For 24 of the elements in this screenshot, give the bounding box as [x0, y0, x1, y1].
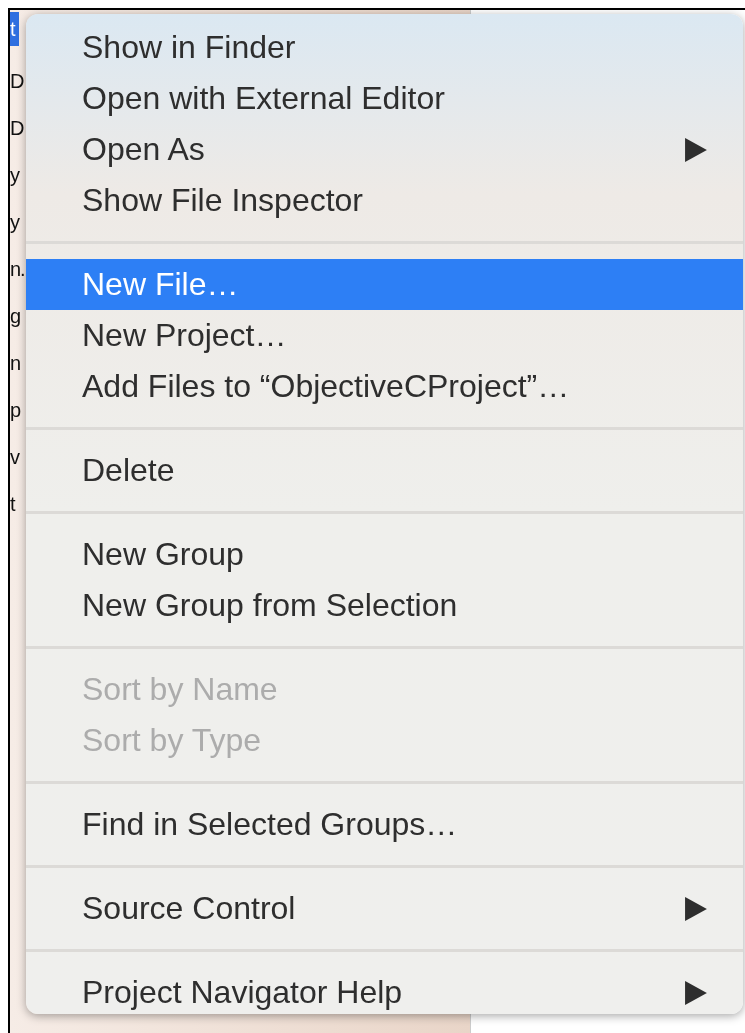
menu-item[interactable]: Show File Inspector	[26, 175, 743, 226]
menu-item[interactable]: Open with External Editor	[26, 73, 743, 124]
menu-item[interactable]: Show in Finder	[26, 22, 743, 73]
menu-item[interactable]: Add Files to “ObjectiveCProject”…	[26, 361, 743, 412]
menu-item[interactable]: Open As	[26, 124, 743, 175]
file-row[interactable]: n.	[10, 246, 25, 293]
file-row[interactable]: p	[10, 387, 21, 434]
file-row[interactable]: D	[10, 105, 24, 152]
file-row[interactable]: t	[10, 481, 15, 528]
menu-item[interactable]: New File…	[26, 259, 743, 310]
menu-item[interactable]: Find in Selected Groups…	[26, 799, 743, 850]
file-row[interactable]: D	[10, 58, 24, 105]
file-row[interactable]: y	[10, 152, 19, 199]
menu-item[interactable]: Project Navigator Help	[26, 967, 743, 1018]
menu-item[interactable]: New Group	[26, 529, 743, 580]
menu-item[interactable]: New Project…	[26, 310, 743, 361]
file-row[interactable]: n	[10, 340, 21, 387]
menu-item[interactable]: Source Control	[26, 883, 743, 934]
menu-item[interactable]: New Group from Selection	[26, 580, 743, 631]
file-row[interactable]: y	[10, 199, 19, 246]
file-row[interactable]: v	[10, 434, 19, 481]
menu-item[interactable]: Delete	[26, 445, 743, 496]
file-row[interactable]: t	[10, 12, 19, 46]
file-row[interactable]: g	[10, 293, 21, 340]
